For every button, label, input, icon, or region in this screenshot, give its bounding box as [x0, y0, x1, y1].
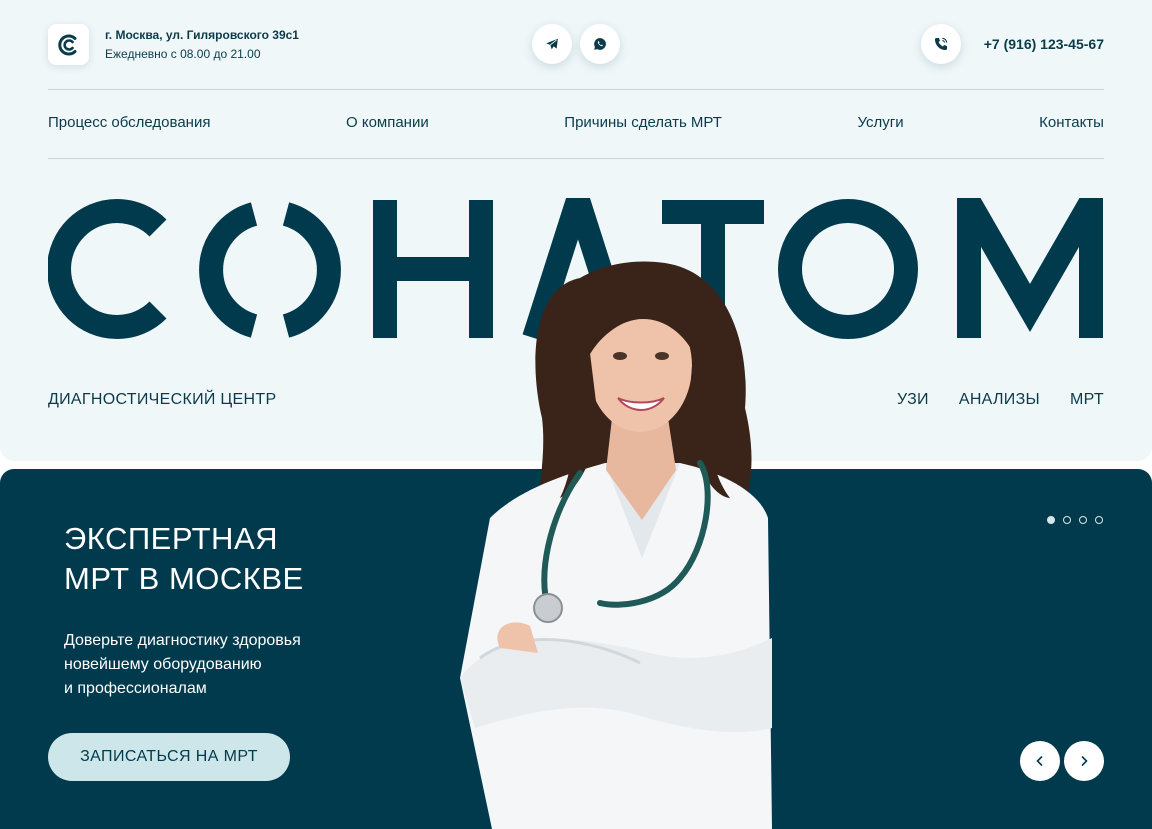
hero-title-line: МРТ В МОСКВЕ: [64, 561, 304, 596]
telegram-button[interactable]: [532, 24, 572, 64]
services-list: УЗИ АНАЛИЗЫ МРТ: [897, 391, 1104, 409]
whatsapp-icon: [594, 38, 606, 50]
nav-item-about[interactable]: О компании: [346, 114, 429, 136]
service-link-uzi[interactable]: УЗИ: [897, 391, 929, 409]
hero-text-line: новейшему оборудованию: [64, 656, 262, 673]
divider: [48, 158, 1104, 159]
hero-description: Доверьте диагностику здоровья новейшему …: [64, 629, 364, 701]
call-button[interactable]: [921, 24, 961, 64]
chevron-left-icon: [1036, 756, 1043, 766]
slider-dot[interactable]: [1095, 516, 1103, 524]
service-link-analyses[interactable]: АНАЛИЗЫ: [959, 391, 1040, 409]
nav-item-contacts[interactable]: Контакты: [1039, 114, 1104, 136]
slider-pagination: [1047, 516, 1103, 524]
chevron-right-icon: [1081, 756, 1088, 766]
divider: [48, 89, 1104, 90]
service-link-mri[interactable]: МРТ: [1070, 391, 1104, 409]
wordmark-letter-o-right: [282, 202, 341, 338]
address-text: г. Москва, ул. Гиляровского 39с1: [105, 28, 299, 42]
wordmark-letter-o: [778, 199, 918, 339]
logo[interactable]: [48, 24, 89, 65]
doctor-photo: [460, 261, 772, 829]
brand-subtitle: ДИАГНОСТИЧЕСКИЙ ЦЕНТР: [48, 391, 277, 408]
phone-icon: [935, 37, 948, 50]
slider-prev-button[interactable]: [1020, 741, 1060, 781]
slider-next-button[interactable]: [1064, 741, 1104, 781]
slider-dot[interactable]: [1063, 516, 1071, 524]
whatsapp-button[interactable]: [580, 24, 620, 64]
wordmark-letter-o-left: [199, 202, 258, 338]
header: г. Москва, ул. Гиляровского 39с1 Ежеднев…: [48, 24, 1104, 66]
main-nav: Процесс обследования О компании Причины …: [48, 114, 1104, 136]
hero-text-line: и профессионалам: [64, 680, 207, 697]
working-hours: Ежедневно с 08.00 до 21.00: [105, 47, 261, 61]
hero-title: ЭКСПЕРТНАЯ МРТ В МОСКВЕ: [64, 519, 304, 599]
hero-text-line: Доверьте диагностику здоровья: [64, 632, 301, 649]
logo-icon: [57, 34, 76, 55]
telegram-icon: [546, 38, 558, 50]
slider-dot[interactable]: [1047, 516, 1055, 524]
nav-item-services[interactable]: Услуги: [857, 114, 903, 136]
wordmark-letter-c: [48, 199, 167, 339]
hero-title-line: ЭКСПЕРТНАЯ: [64, 521, 279, 556]
nav-item-reasons[interactable]: Причины сделать МРТ: [564, 114, 722, 136]
book-mri-button[interactable]: ЗАПИСАТЬСЯ НА МРТ: [48, 733, 290, 781]
address-block: г. Москва, ул. Гиляровского 39с1 Ежеднев…: [105, 27, 299, 62]
phone-number[interactable]: +7 (916) 123-45-67: [984, 36, 1104, 52]
nav-item-process[interactable]: Процесс обследования: [48, 114, 210, 136]
wordmark-letter-m: [957, 198, 1103, 338]
slider-dot[interactable]: [1079, 516, 1087, 524]
